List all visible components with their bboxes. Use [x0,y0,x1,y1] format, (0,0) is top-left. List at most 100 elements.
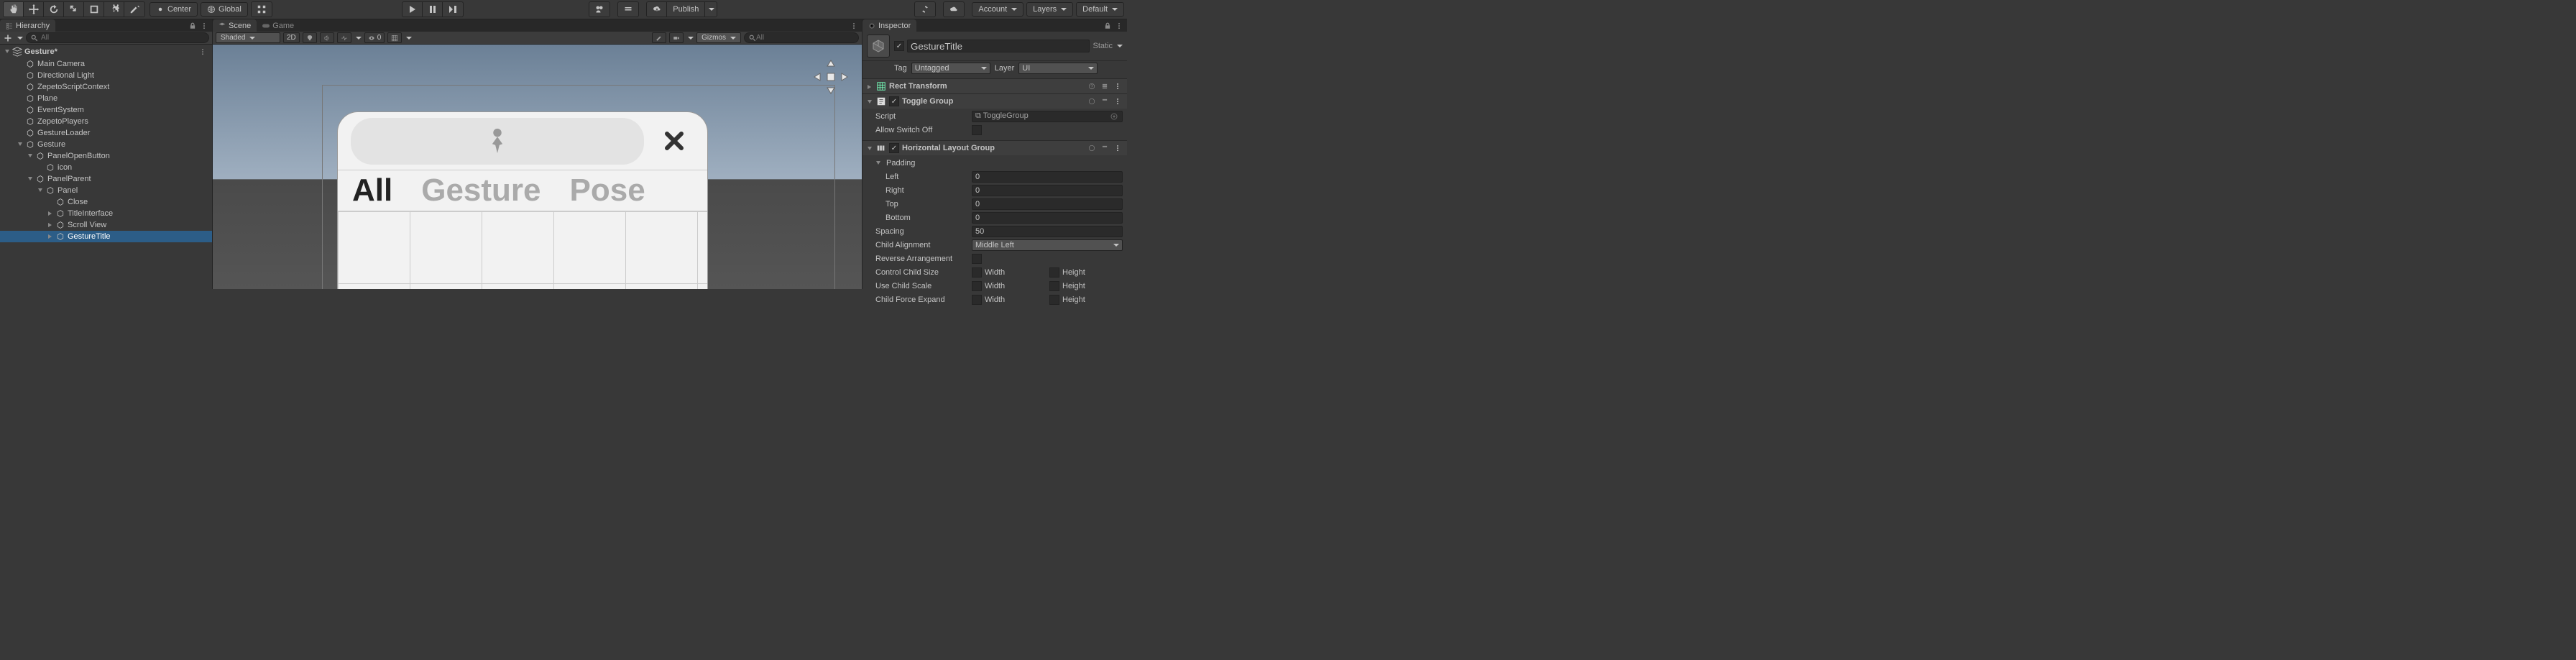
foldout-icon[interactable] [36,186,45,195]
foldout-icon[interactable] [46,209,55,218]
sync-button[interactable] [915,2,935,17]
reverse-checkbox[interactable] [972,254,982,264]
component-menu-icon[interactable] [1113,143,1123,153]
padding-foldout[interactable] [875,160,882,166]
bottom-field[interactable]: 0 [972,212,1123,224]
hierarchy-search-input[interactable] [41,34,204,42]
right-field[interactable]: 0 [972,185,1123,196]
game-tab[interactable]: Game [257,19,300,32]
expand-height-checkbox[interactable] [1049,295,1059,305]
layout-dropdown[interactable]: Default [1076,2,1124,17]
inspector-menu-icon[interactable] [1114,21,1124,31]
tree-row[interactable]: GestureLoader [0,127,212,139]
play-button[interactable] [402,2,423,17]
publish-cloud-icon[interactable] [647,2,667,17]
step-button[interactable] [443,2,463,17]
scene-viewport[interactable]: All Gesture Pose [213,45,862,289]
scale-width-checkbox[interactable] [972,281,982,291]
scene-tab[interactable]: Scene [213,19,257,32]
object-picker-icon[interactable] [1109,111,1119,122]
camera-dropdown[interactable] [688,37,694,40]
grid-dropdown[interactable] [406,37,412,40]
account-dropdown[interactable]: Account [972,2,1024,17]
orientation-gizmo[interactable] [811,58,850,96]
gameobject-icon[interactable] [867,35,890,58]
camera-toggle[interactable] [669,32,684,43]
tree-row[interactable]: PanelOpenButton [0,150,212,162]
component-preset-icon[interactable] [1100,143,1110,153]
control-height-checkbox[interactable] [1049,267,1059,278]
foldout-icon[interactable] [26,175,34,183]
tree-row[interactable]: Plane [0,93,212,104]
foldout-icon[interactable] [46,232,55,241]
tree-row[interactable]: ZepetoScriptContext [0,81,212,93]
transform-tool[interactable] [104,2,124,17]
inspector-lock-icon[interactable] [1103,21,1113,31]
gameobject-name-field[interactable] [907,40,1090,52]
expand-width-checkbox[interactable] [972,295,982,305]
cloud-button[interactable] [944,2,964,17]
left-field[interactable]: 0 [972,171,1123,183]
tree-row[interactable]: GestureTitle [0,231,212,242]
custom-tools[interactable] [124,2,144,17]
tree-row[interactable]: Directional Light [0,70,212,81]
scene-row[interactable]: Gesture* [0,46,212,58]
scene-menu-icon[interactable] [849,21,859,31]
foldout-icon[interactable] [16,140,24,149]
fx-dropdown[interactable] [356,37,362,40]
horizontal-layout-header[interactable]: Horizontal Layout Group [862,141,1127,155]
allow-switch-off-checkbox[interactable] [972,125,982,135]
static-dropdown[interactable] [1117,45,1123,47]
scene-search-input[interactable] [756,34,854,42]
inspector-tab[interactable]: Inspector [862,19,916,32]
fx-toggle[interactable] [337,32,351,43]
spacing-field[interactable]: 50 [972,226,1123,237]
tree-row[interactable]: Gesture [0,139,212,150]
layers-dropdown[interactable]: Layers [1026,2,1073,17]
audio-toggle[interactable] [320,32,334,43]
hidden-toggle[interactable]: 0 [364,32,385,43]
gizmos-dropdown[interactable]: Gizmos [696,32,741,43]
layer-dropdown[interactable]: UI [1018,63,1098,74]
component-menu-icon[interactable] [1113,96,1123,106]
component-help-icon[interactable] [1087,143,1097,153]
2d-toggle[interactable]: 2D [283,32,300,43]
space-toggle[interactable]: Global [201,2,248,17]
tree-row[interactable]: Close [0,196,212,208]
toggle-group-enabled-checkbox[interactable] [889,96,899,106]
hierarchy-lock-icon[interactable] [188,21,198,31]
pause-button[interactable] [423,2,443,17]
gameobject-active-checkbox[interactable] [894,41,904,51]
child-align-dropdown[interactable]: Middle Left [972,239,1123,251]
scale-height-checkbox[interactable] [1049,281,1059,291]
tree-row[interactable]: Panel [0,185,212,196]
toggle-group-header[interactable]: Toggle Group [862,94,1127,109]
scene-search[interactable] [744,32,859,43]
tree-row[interactable]: TitleInterface [0,208,212,219]
component-preset-icon[interactable] [1100,81,1110,91]
move-tool[interactable] [24,2,44,17]
rotate-tool[interactable] [44,2,64,17]
tree-row[interactable]: icon [0,162,212,173]
hierarchy-create-dropdown[interactable] [17,37,23,40]
layout-enabled-checkbox[interactable] [889,143,899,153]
scale-tool[interactable] [64,2,84,17]
grid-toggle[interactable] [387,32,402,43]
tree-row[interactable]: Main Camera [0,58,212,70]
publish-dropdown[interactable] [705,2,717,17]
hierarchy-create-button[interactable] [3,33,13,43]
collab-button[interactable] [589,2,610,17]
foldout-icon[interactable] [3,47,12,56]
hand-tool[interactable] [4,2,24,17]
hierarchy-search[interactable] [26,32,209,43]
tools-toggle[interactable] [652,32,666,43]
tag-dropdown[interactable]: Untagged [911,63,990,74]
tree-row[interactable]: PanelParent [0,173,212,185]
hierarchy-menu-icon[interactable] [199,21,209,31]
snap-toggle[interactable] [252,2,272,17]
tree-row[interactable]: EventSystem [0,104,212,116]
foldout-icon[interactable] [46,221,55,229]
component-menu-icon[interactable] [1113,81,1123,91]
component-help-icon[interactable] [1087,96,1097,106]
tree-row[interactable]: ZepetoPlayers [0,116,212,127]
